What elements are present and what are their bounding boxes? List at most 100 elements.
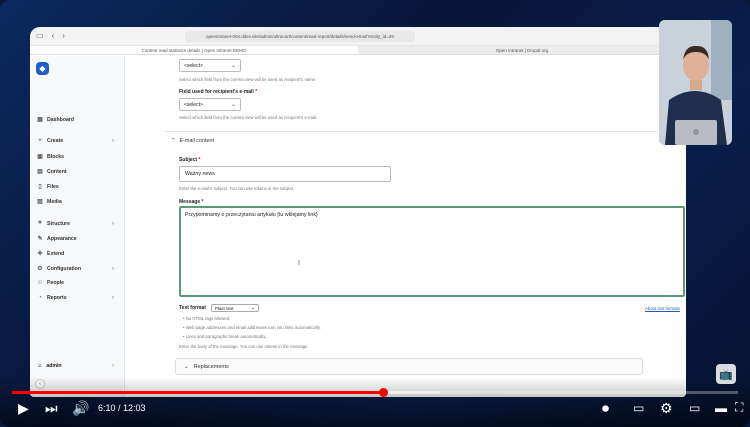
- email-field-label: Field used for recipient's e-mail *: [179, 89, 257, 95]
- recipient-name-help: Select which field from the current view…: [179, 77, 317, 82]
- brush-icon: ✎: [37, 236, 43, 242]
- played-bar: [12, 391, 384, 394]
- admin-sidebar: ◆ ▦ Dashboard + Create › ▣ Blocks ▤ Content ▯ File…: [30, 56, 125, 397]
- message-help: Enter the body of the message. You can u…: [179, 344, 309, 349]
- message-text: Przypominamy o przeczytaniu artykułu {tu…: [185, 212, 318, 218]
- sidebar-item-extend[interactable]: ✚ Extend: [37, 250, 114, 258]
- message-textarea[interactable]: Przypominamy o przeczytaniu artykułu {tu…: [179, 206, 685, 297]
- theater-mode-icon[interactable]: ▬: [715, 402, 727, 414]
- gear-icon: ⚙: [37, 266, 43, 272]
- tab-open-intranet-drupal[interactable]: Open Intranet | Drupal.org: [358, 46, 686, 54]
- structure-icon: ⌗: [38, 220, 42, 226]
- chevron-right-icon: ›: [112, 265, 114, 272]
- replacements-toggle[interactable]: ⌄ Replacements: [175, 358, 643, 375]
- sidebar-item-configuration[interactable]: ⚙ Configuration ›: [37, 265, 114, 273]
- sidebar-item-create[interactable]: + Create ›: [37, 138, 114, 144]
- required-marker: *: [255, 89, 258, 95]
- drupal-logo-icon[interactable]: ◆: [36, 62, 49, 75]
- sidebar-toggle-icon[interactable]: ▭: [36, 32, 44, 40]
- next-icon[interactable]: ⏭: [45, 401, 58, 415]
- volume-icon[interactable]: 🔊: [72, 401, 89, 415]
- sidebar-item-label: Blocks: [47, 153, 65, 160]
- subject-label: Subject *: [179, 157, 200, 163]
- reports-icon: ◔: [38, 295, 42, 301]
- sidebar-item-dashboard[interactable]: ▦ Dashboard: [37, 116, 114, 124]
- email-content-toggle[interactable]: ⌃ E-mail content: [171, 138, 214, 144]
- message-label: Message *: [179, 199, 203, 205]
- required-marker: *: [201, 199, 204, 205]
- address-bar[interactable]: openintranet-004.ddev.site/admin/ultraca…: [184, 30, 415, 42]
- fullscreen-icon[interactable]: ⛶: [735, 401, 743, 413]
- drupal-admin: ◆ ▦ Dashboard + Create › ▣ Blocks ▤ Content ▯ File…: [30, 56, 686, 397]
- subject-help: Enter the e-mail's subject. You can use …: [179, 186, 295, 191]
- sidebar-item-files[interactable]: ▯ Files: [37, 183, 114, 191]
- tab-bar: Content read statistics details | Open I…: [30, 46, 686, 55]
- webcam-overlay: [659, 20, 732, 145]
- tip-text: Web page addresses and email addresses t…: [185, 325, 321, 330]
- section-divider: [165, 131, 658, 132]
- sidebar-item-label: Dashboard: [47, 116, 75, 123]
- progress-bar[interactable]: [12, 388, 738, 397]
- back-icon[interactable]: ‹: [52, 32, 55, 40]
- browser-titlebar: ▭ ‹ › openintranet-004.ddev.site/admin/u…: [30, 27, 686, 46]
- required-marker: *: [198, 157, 201, 163]
- chevron-right-icon: ›: [112, 363, 114, 369]
- tab-content-read-statistics[interactable]: Content read statistics details | Open I…: [30, 46, 358, 54]
- label-text: Field used for recipient's e-mail: [179, 89, 254, 95]
- label-text: Message: [179, 199, 201, 205]
- chevron-right-icon: ›: [112, 220, 114, 227]
- user-name: admin: [46, 363, 62, 369]
- recipient-name-select[interactable]: <select> ⌄: [179, 59, 241, 72]
- format-tip: • Lines and paragraphs break automatical…: [183, 334, 267, 339]
- people-icon: ☺: [37, 280, 44, 286]
- tip-text: Lines and paragraphs break automatically…: [185, 334, 267, 339]
- miniplayer-icon[interactable]: ▭: [689, 402, 700, 414]
- user-menu[interactable]: ☺ admin: [37, 363, 62, 369]
- tip-text: No HTML tags allowed.: [185, 316, 231, 321]
- file-icon: ▯: [38, 184, 42, 190]
- settings-gear-icon[interactable]: ⚙: [660, 401, 673, 415]
- autoplay-toggle-icon[interactable]: ⏺: [602, 401, 609, 415]
- chevron-down-icon: ⌄: [230, 102, 236, 108]
- format-tip: • No HTML tags allowed.: [183, 316, 231, 321]
- subject-input[interactable]: Ważny news: [179, 166, 391, 182]
- tab-label: Content read statistics details | Open I…: [141, 47, 247, 53]
- forward-icon[interactable]: ›: [62, 32, 65, 40]
- dashboard-icon: ▦: [37, 117, 43, 123]
- media-icon: ▨: [37, 199, 43, 205]
- chevron-down-icon: ⌄: [184, 363, 189, 370]
- sidebar-item-appearance[interactable]: ✎ Appearance: [37, 235, 114, 243]
- time-display: 6:10 / 12:03: [98, 403, 146, 413]
- sidebar-item-structure[interactable]: ⌗ Structure ›: [37, 220, 114, 227]
- channel-watermark-icon[interactable]: 📺: [716, 364, 736, 384]
- sidebar-item-label: Structure: [47, 220, 71, 227]
- email-field-select[interactable]: <select> ⌄: [179, 98, 241, 111]
- sidebar-item-reports[interactable]: ◔ Reports ›: [37, 295, 114, 301]
- puzzle-icon: ✚: [37, 251, 43, 257]
- chevron-up-icon: ⌃: [171, 138, 176, 144]
- replacements-label: Replacements: [193, 363, 229, 370]
- sidebar-item-people[interactable]: ☺ People: [37, 280, 114, 286]
- select-value: <select>: [184, 62, 203, 69]
- sidebar-item-label: People: [47, 280, 65, 286]
- sidebar-item-label: Appearance: [47, 235, 77, 242]
- blocks-icon: ▣: [37, 154, 43, 160]
- text-format-select[interactable]: Plain text ⌄: [211, 304, 259, 312]
- sidebar-item-label: Media: [47, 198, 62, 205]
- tab-label: Open Intranet | Drupal.org: [495, 47, 549, 53]
- text-format-label: Text format: [179, 305, 206, 311]
- about-text-formats-link[interactable]: About text formats: [645, 306, 680, 311]
- sidebar-item-label: Reports: [47, 295, 67, 301]
- captions-icon[interactable]: ▭: [633, 402, 644, 414]
- section-title: E-mail content: [179, 138, 214, 144]
- chevron-down-icon: ⌄: [230, 63, 236, 69]
- content-icon: ▤: [37, 169, 43, 175]
- play-icon[interactable]: ▶: [18, 401, 29, 415]
- sidebar-item-content[interactable]: ▤ Content: [37, 168, 114, 176]
- chevron-right-icon: ›: [112, 295, 114, 301]
- sidebar-item-label: Content: [47, 168, 67, 175]
- sidebar-item-label: Extend: [47, 250, 65, 257]
- select-value: <select>: [184, 101, 203, 108]
- sidebar-item-media[interactable]: ▨ Media: [37, 198, 114, 206]
- sidebar-item-blocks[interactable]: ▣ Blocks: [37, 153, 114, 161]
